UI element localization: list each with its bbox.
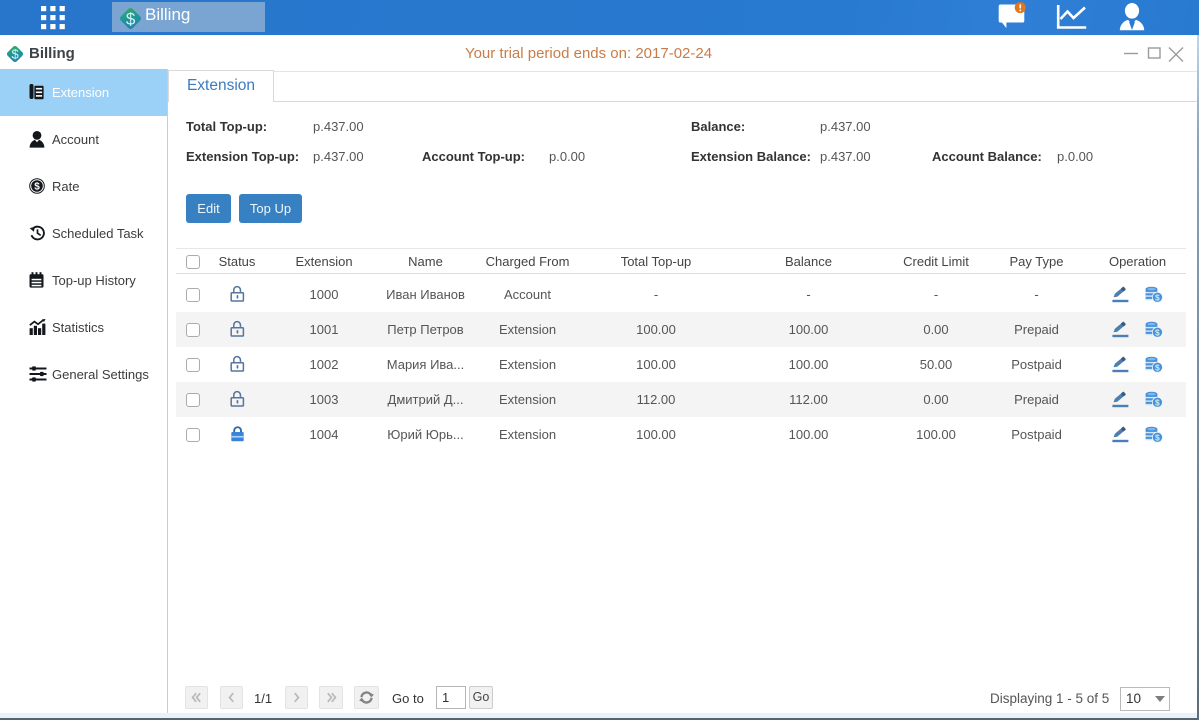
svg-text:$: $ xyxy=(126,10,136,29)
svg-text:$: $ xyxy=(34,182,40,193)
